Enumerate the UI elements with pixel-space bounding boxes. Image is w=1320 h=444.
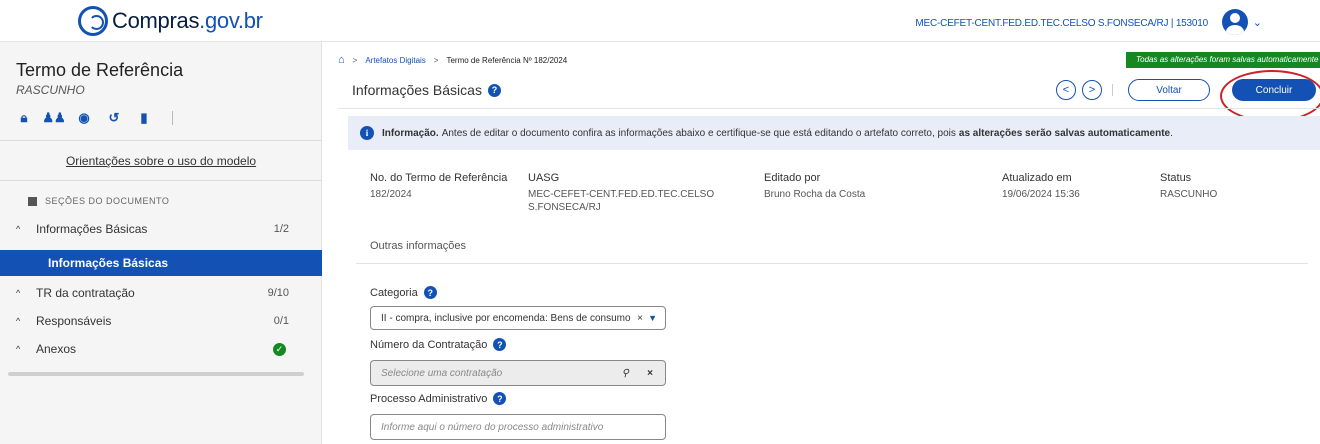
info-icon: i (360, 126, 374, 140)
field-numero-tr: No. do Termo de Referência 182/2024 (370, 172, 508, 200)
guide-link[interactable]: Orientações sobre o uso do modelo (0, 154, 322, 168)
help-icon[interactable]: ? (487, 83, 501, 97)
help-icon[interactable]: ? (423, 286, 437, 299)
breadcrumb-separator-icon: > (433, 55, 439, 65)
chevron-down-icon[interactable]: ⌄ (1253, 16, 1262, 29)
help-icon[interactable]: ? (493, 392, 507, 405)
section-anexos[interactable]: ^ Anexos ✓ (0, 336, 322, 362)
compras-logo[interactable]: Compras.gov.br (78, 6, 263, 36)
file-icon[interactable]: ▮ (136, 110, 152, 126)
user-uasg-label: MEC-CEFET-CENT.FED.ED.TEC.CELSO S.FONSEC… (915, 18, 1208, 29)
processo-administrativo-input[interactable]: Informe aqui o número do processo admini… (370, 414, 666, 440)
users-icon[interactable]: ♟♟ (42, 110, 65, 126)
divider (338, 108, 1320, 109)
breadcrumb: ⌂ > Artefatos Digitais > Termo de Referê… (338, 54, 567, 66)
chevron-up-icon: ^ (16, 344, 21, 354)
chevron-down-icon[interactable]: ▼ (648, 313, 657, 323)
field-status: Status RASCUNHO (1160, 172, 1218, 200)
divider (0, 180, 322, 181)
sidebar: Termo de Referência RASCUNHO 🔒︎ ♟♟ ◉ ↺ ▮… (0, 42, 322, 444)
help-icon[interactable]: ? (493, 338, 507, 351)
voltar-button[interactable]: Voltar (1128, 79, 1210, 101)
document-title: Termo de Referência (16, 60, 184, 80)
logo-text: Compras.gov.br (112, 8, 263, 33)
divider (0, 140, 322, 141)
field-atualizado-em: Atualizado em 19/06/2024 15:36 (1002, 172, 1080, 200)
concluir-button[interactable]: Concluir (1232, 79, 1316, 101)
document-toolbar: 🔒︎ ♟♟ ◉ ↺ ▮ (16, 110, 173, 126)
chevron-up-icon: ^ (16, 288, 21, 298)
breadcrumb-artefatos[interactable]: Artefatos Digitais (365, 56, 425, 65)
subsection-informacoes-basicas[interactable]: Informações Básicas (0, 250, 322, 276)
breadcrumb-separator-icon: > (352, 55, 358, 65)
info-banner: i Informação. Antes de editar o document… (348, 116, 1320, 150)
numero-contratacao-input[interactable]: Selecione uma contratação ⚲ × (370, 360, 666, 386)
numero-contratacao-label: Número da Contratação ? (370, 338, 507, 351)
page-title: Informações Básicas ? (352, 82, 501, 98)
check-icon: ✓ (273, 342, 286, 356)
compras-logo-icon (78, 6, 108, 36)
lock-icon[interactable]: 🔒︎ (16, 110, 32, 126)
clear-icon[interactable]: × (637, 313, 643, 324)
sections-icon (28, 196, 37, 206)
user-avatar-icon[interactable] (1222, 9, 1248, 35)
sidebar-scrollbar[interactable] (8, 372, 304, 376)
document-status: RASCUNHO (16, 83, 85, 97)
home-icon[interactable]: ⌂ (338, 54, 345, 66)
next-section-button[interactable]: > (1082, 80, 1102, 100)
close-icon[interactable]: × (647, 368, 653, 379)
chevron-up-icon: ^ (16, 316, 21, 326)
processo-administrativo-label: Processo Administrativo ? (370, 392, 507, 405)
field-uasg: UASG MEC-CEFET-CENT.FED.ED.TEC.CELSO S.F… (528, 172, 715, 213)
top-header: Compras.gov.br MEC-CEFET-CENT.FED.ED.TEC… (0, 0, 1320, 42)
sections-heading: SEÇÕES DO DOCUMENTO (28, 196, 169, 206)
breadcrumb-current: Termo de Referência Nº 182/2024 (446, 55, 568, 65)
search-icon[interactable]: ⚲ (622, 368, 629, 379)
section-informacoes-basicas[interactable]: ^ Informações Básicas 1/2 (0, 216, 322, 242)
history-icon[interactable]: ↺ (106, 110, 122, 126)
section-tr-contratacao[interactable]: ^ TR da contratação 9/10 (0, 280, 322, 306)
autosave-notice: Todas as alterações foram salvas automat… (1126, 52, 1320, 68)
categoria-select[interactable]: II - compra, inclusive por encomenda: Be… (370, 306, 666, 330)
toolbar-divider (172, 111, 173, 125)
section-responsaveis[interactable]: ^ Responsáveis 0/1 (0, 308, 322, 334)
divider (1112, 84, 1113, 96)
outras-informacoes-heading: Outras informações (370, 240, 466, 252)
chevron-left-icon: < (1062, 84, 1070, 96)
eye-icon[interactable]: ◉ (76, 110, 92, 126)
field-editado-por: Editado por Bruno Rocha da Costa (764, 172, 866, 200)
chevron-up-icon: ^ (16, 224, 21, 234)
previous-section-button[interactable]: < (1056, 80, 1076, 100)
categoria-label: Categoria ? (370, 286, 437, 299)
divider (356, 263, 1308, 264)
chevron-right-icon: > (1088, 84, 1096, 96)
